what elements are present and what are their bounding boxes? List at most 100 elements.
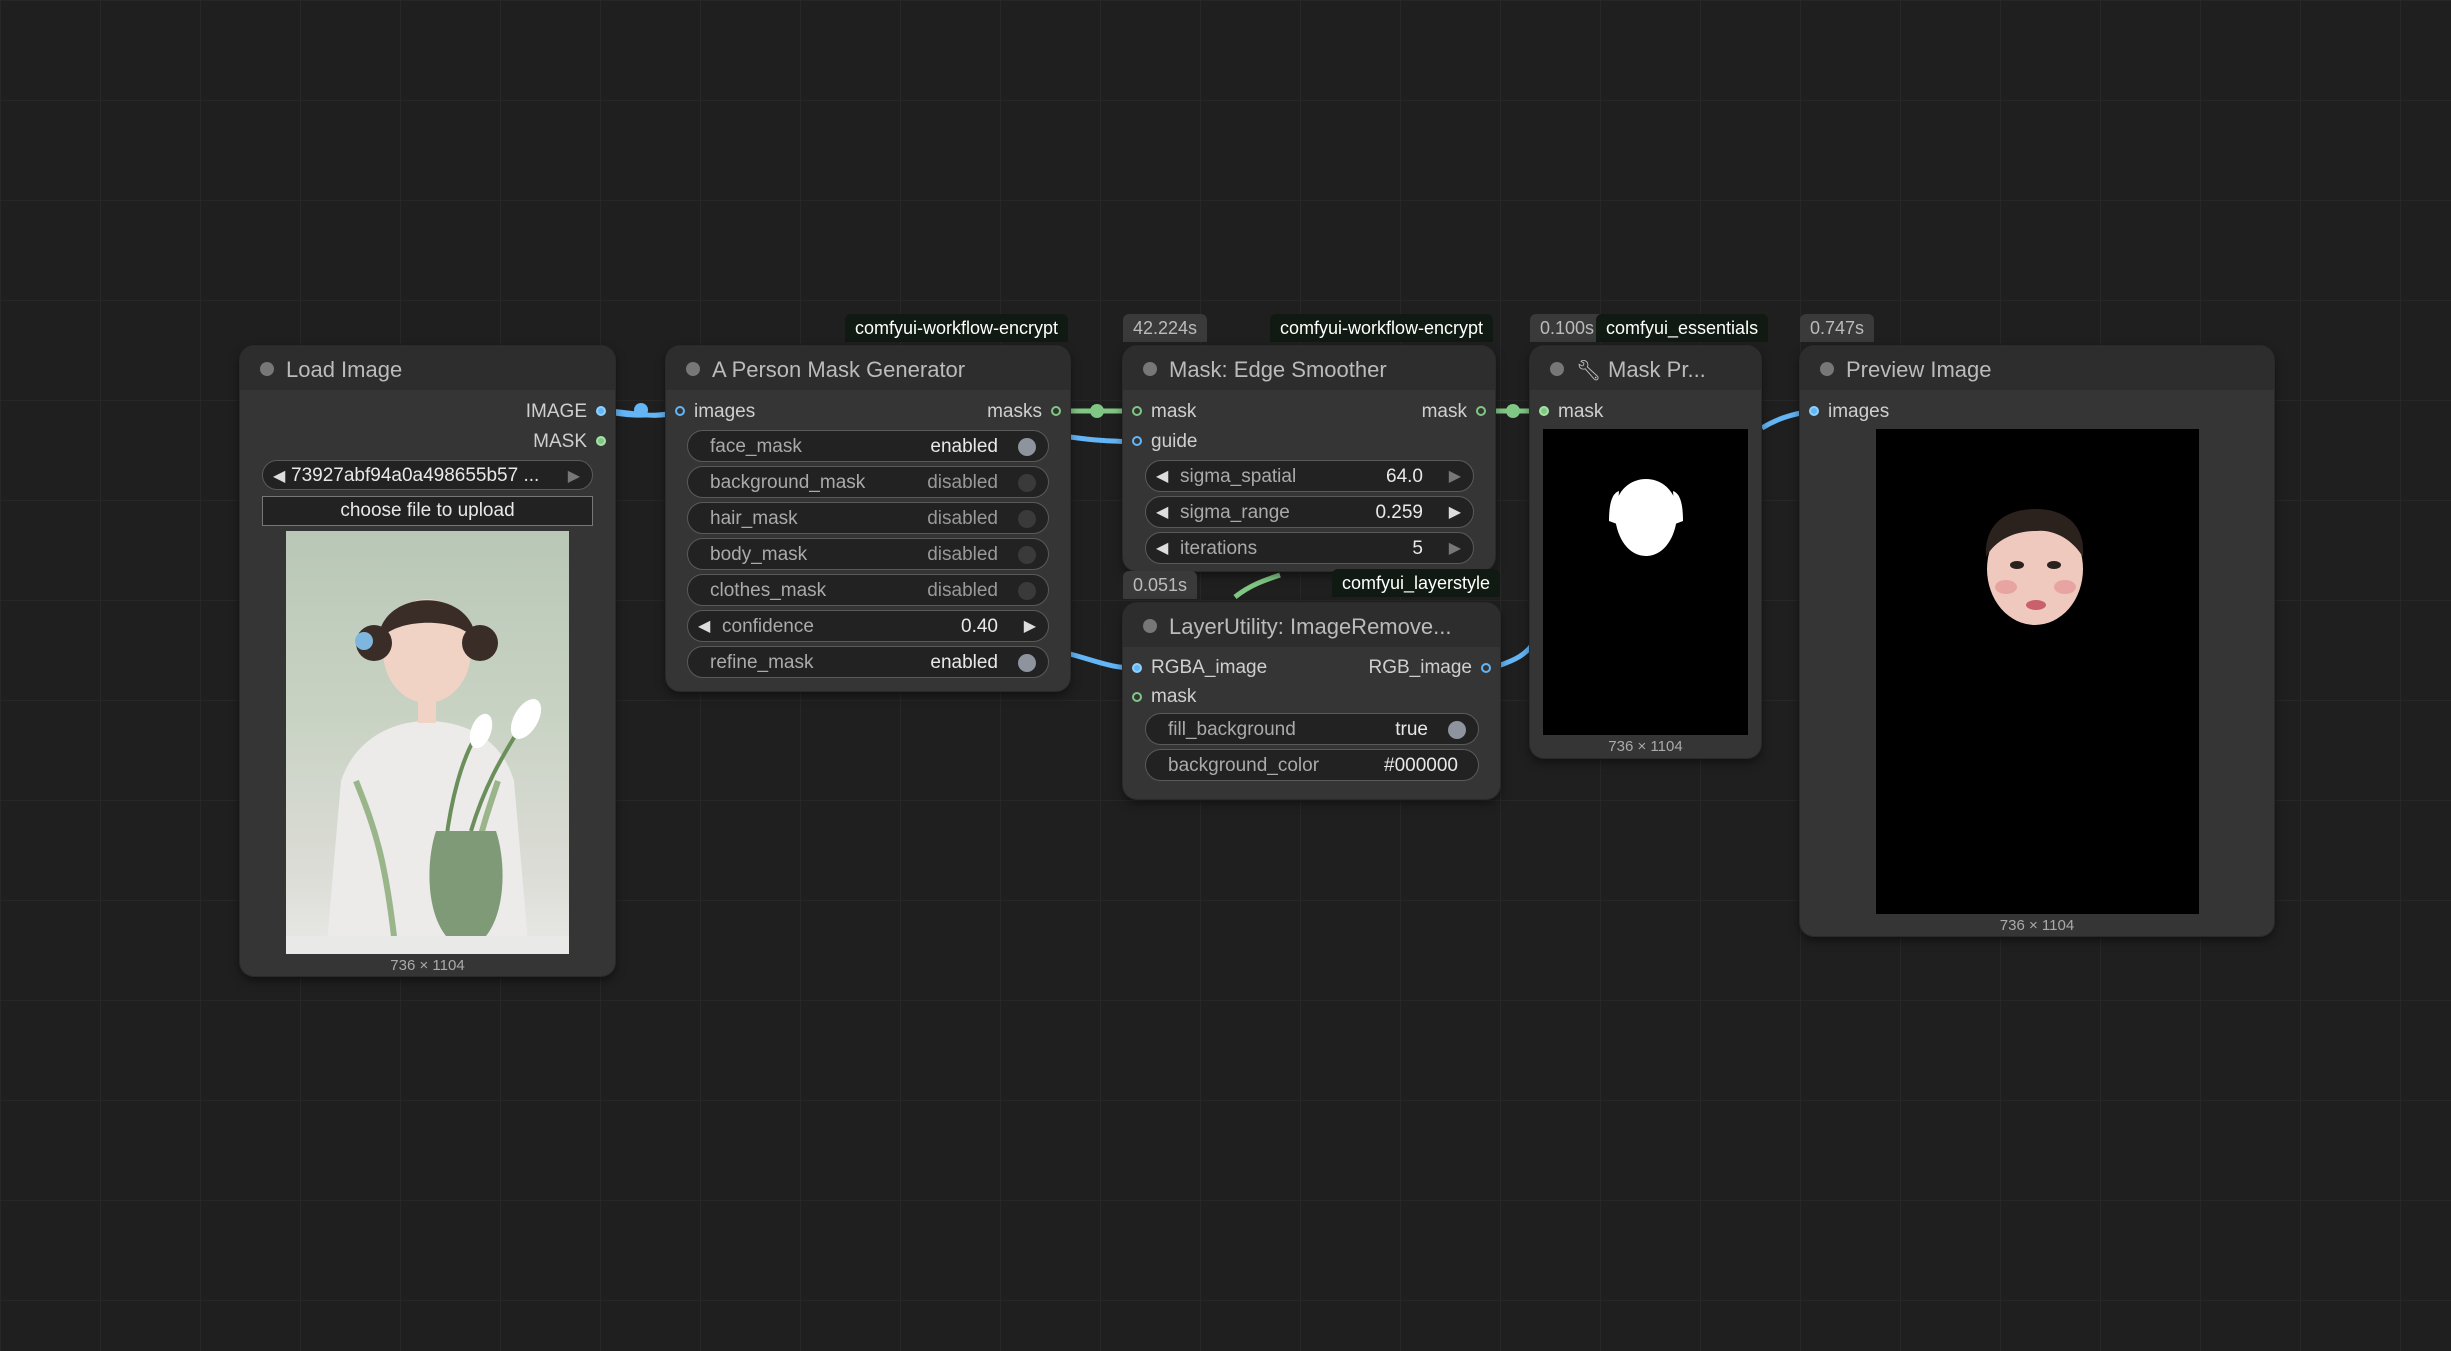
toggle-on-icon[interactable] — [1448, 721, 1466, 739]
wrench-icon: 🔧︎ — [1576, 360, 1602, 382]
collapse-dot-icon[interactable] — [260, 362, 274, 376]
widget-value: #000000 — [1384, 755, 1458, 776]
input-mask-label: mask — [1151, 401, 1197, 422]
input-mask-label: mask — [1558, 401, 1604, 422]
widget-label: iterations — [1180, 538, 1258, 559]
preview-output-image — [1876, 429, 2199, 914]
output-mask-label: MASK — [533, 431, 587, 452]
input-rgba-image-port[interactable] — [1132, 663, 1142, 673]
link-mask-to-image-remove[interactable] — [1233, 572, 1281, 599]
widget-label: face_mask — [710, 436, 802, 457]
toggle-off-icon[interactable] — [1018, 582, 1036, 600]
sigma-range-widget[interactable]: ◀ sigma_range 0.259 ▶ — [1145, 496, 1474, 528]
widget-value: enabled — [930, 436, 998, 457]
image-file-combo[interactable]: ◀ 73927abf94a0a498655b57 ... ▶ — [262, 460, 593, 490]
node-title: Mask Pr... — [1608, 357, 1706, 382]
output-mask-port[interactable] — [1476, 406, 1486, 416]
edge-smoother-node[interactable]: Mask: Edge Smoother mask guide mask ◀ si… — [1123, 346, 1495, 571]
choose-file-button[interactable]: choose file to upload — [262, 496, 593, 526]
widget-label: background_color — [1168, 755, 1320, 776]
refine-mask-toggle[interactable]: refine_mask enabled — [687, 646, 1049, 678]
node-title-bar[interactable]: Load Image — [240, 346, 615, 390]
person-mask-generator-node[interactable]: A Person Mask Generator images masks fac… — [666, 346, 1070, 691]
loaded-image-thumbnail — [286, 531, 569, 954]
input-images-port[interactable] — [675, 406, 685, 416]
input-images-port[interactable] — [1809, 406, 1819, 416]
node-title-bar[interactable]: Preview Image — [1800, 346, 2274, 390]
increment-arrow-icon[interactable]: ▶ — [1449, 502, 1461, 522]
node-title-bar[interactable]: 🔧︎ Mask Pr... — [1530, 346, 1761, 390]
preview-image-node[interactable]: Preview Image images 736 × 1104 — [1800, 346, 2274, 936]
link-rgb-to-mask-preview[interactable] — [1497, 643, 1535, 669]
node-title-bar[interactable]: LayerUtility: ImageRemove... — [1123, 603, 1500, 647]
decrement-arrow-icon[interactable]: ◀ — [1156, 466, 1168, 486]
input-mask-port[interactable] — [1132, 406, 1142, 416]
execution-time-badge: 42.224s — [1123, 314, 1208, 342]
output-mask-label: mask — [1421, 401, 1467, 422]
collapse-dot-icon[interactable] — [686, 362, 700, 376]
collapse-dot-icon[interactable] — [1550, 362, 1564, 376]
background-mask-toggle[interactable]: background_mask disabled — [687, 466, 1049, 498]
decrement-arrow-icon[interactable]: ◀ — [1156, 502, 1168, 522]
increment-arrow-icon[interactable]: ▶ — [1449, 466, 1461, 486]
fill-background-toggle[interactable]: fill_background true — [1145, 713, 1479, 745]
node-source-badge: comfyui-workflow-encrypt — [845, 314, 1069, 342]
hair-mask-toggle[interactable]: hair_mask disabled — [687, 502, 1049, 534]
toggle-off-icon[interactable] — [1018, 510, 1036, 528]
face-mask-toggle[interactable]: face_mask enabled — [687, 430, 1049, 462]
collapse-dot-icon[interactable] — [1820, 362, 1834, 376]
node-title: Load Image — [286, 357, 403, 382]
combo-left-arrow-icon[interactable]: ◀ — [273, 466, 285, 486]
output-mask-port[interactable] — [596, 436, 606, 446]
widget-label: refine_mask — [710, 652, 814, 673]
mask-preview-node[interactable]: 🔧︎ Mask Pr... mask 736 × 1104 — [1530, 346, 1761, 758]
input-rgba-image-label: RGBA_image — [1151, 657, 1268, 678]
output-masks-port[interactable] — [1051, 406, 1061, 416]
decrement-arrow-icon[interactable]: ◀ — [1156, 538, 1168, 558]
widget-value: 5 — [1412, 538, 1423, 559]
widget-value: disabled — [927, 472, 998, 493]
image-remove-node[interactable]: LayerUtility: ImageRemove... RGBA_image … — [1123, 603, 1500, 799]
collapse-dot-icon[interactable] — [1143, 362, 1157, 376]
node-title-bar[interactable]: A Person Mask Generator — [666, 346, 1070, 390]
output-image-label: IMAGE — [525, 401, 587, 422]
clothes-mask-toggle[interactable]: clothes_mask disabled — [687, 574, 1049, 606]
load-image-node[interactable]: Load Image IMAGE MASK ◀ 73927abf94a0a498… — [240, 346, 615, 976]
combo-right-arrow-icon[interactable]: ▶ — [568, 466, 580, 486]
toggle-off-icon[interactable] — [1018, 546, 1036, 564]
body-mask-toggle[interactable]: body_mask disabled — [687, 538, 1049, 570]
iterations-widget[interactable]: ◀ iterations 5 ▶ — [1145, 532, 1474, 564]
link-midpoint[interactable] — [1090, 404, 1104, 418]
toggle-on-icon[interactable] — [1018, 438, 1036, 456]
widget-label: hair_mask — [710, 508, 798, 529]
input-mask-port[interactable] — [1539, 406, 1549, 416]
input-mask-port[interactable] — [1132, 692, 1142, 702]
node-source-badge: comfyui_essentials — [1596, 314, 1769, 342]
link-midpoint[interactable] — [634, 403, 648, 417]
background-color-widget[interactable]: background_color #000000 — [1145, 749, 1479, 781]
output-rgb-image-port[interactable] — [1481, 663, 1491, 673]
input-mask-label: mask — [1151, 686, 1197, 707]
widget-value: true — [1395, 719, 1428, 740]
widget-value: disabled — [927, 508, 998, 529]
link-midpoint[interactable] — [1506, 404, 1520, 418]
image-size-caption: 736 × 1104 — [1608, 738, 1683, 755]
increment-arrow-icon[interactable]: ▶ — [1024, 616, 1036, 636]
increment-arrow-icon[interactable]: ▶ — [1449, 538, 1461, 558]
toggle-off-icon[interactable] — [1018, 474, 1036, 492]
widget-value: 0.40 — [961, 616, 998, 637]
image-size-caption: 736 × 1104 — [390, 957, 465, 974]
decrement-arrow-icon[interactable]: ◀ — [698, 616, 710, 636]
widget-label: clothes_mask — [710, 580, 827, 601]
widget-value: disabled — [927, 580, 998, 601]
execution-time-badge: 0.051s — [1123, 571, 1198, 599]
sigma-spatial-widget[interactable]: ◀ sigma_spatial 64.0 ▶ — [1145, 460, 1474, 492]
widget-label: background_mask — [710, 472, 866, 493]
input-guide-port[interactable] — [1132, 436, 1142, 446]
output-image-port[interactable] — [596, 406, 606, 416]
toggle-on-icon[interactable] — [1018, 654, 1036, 672]
widget-label: sigma_spatial — [1180, 466, 1297, 487]
collapse-dot-icon[interactable] — [1143, 619, 1157, 633]
confidence-number-widget[interactable]: ◀ confidence 0.40 ▶ — [687, 610, 1049, 642]
node-title-bar[interactable]: Mask: Edge Smoother — [1123, 346, 1495, 390]
